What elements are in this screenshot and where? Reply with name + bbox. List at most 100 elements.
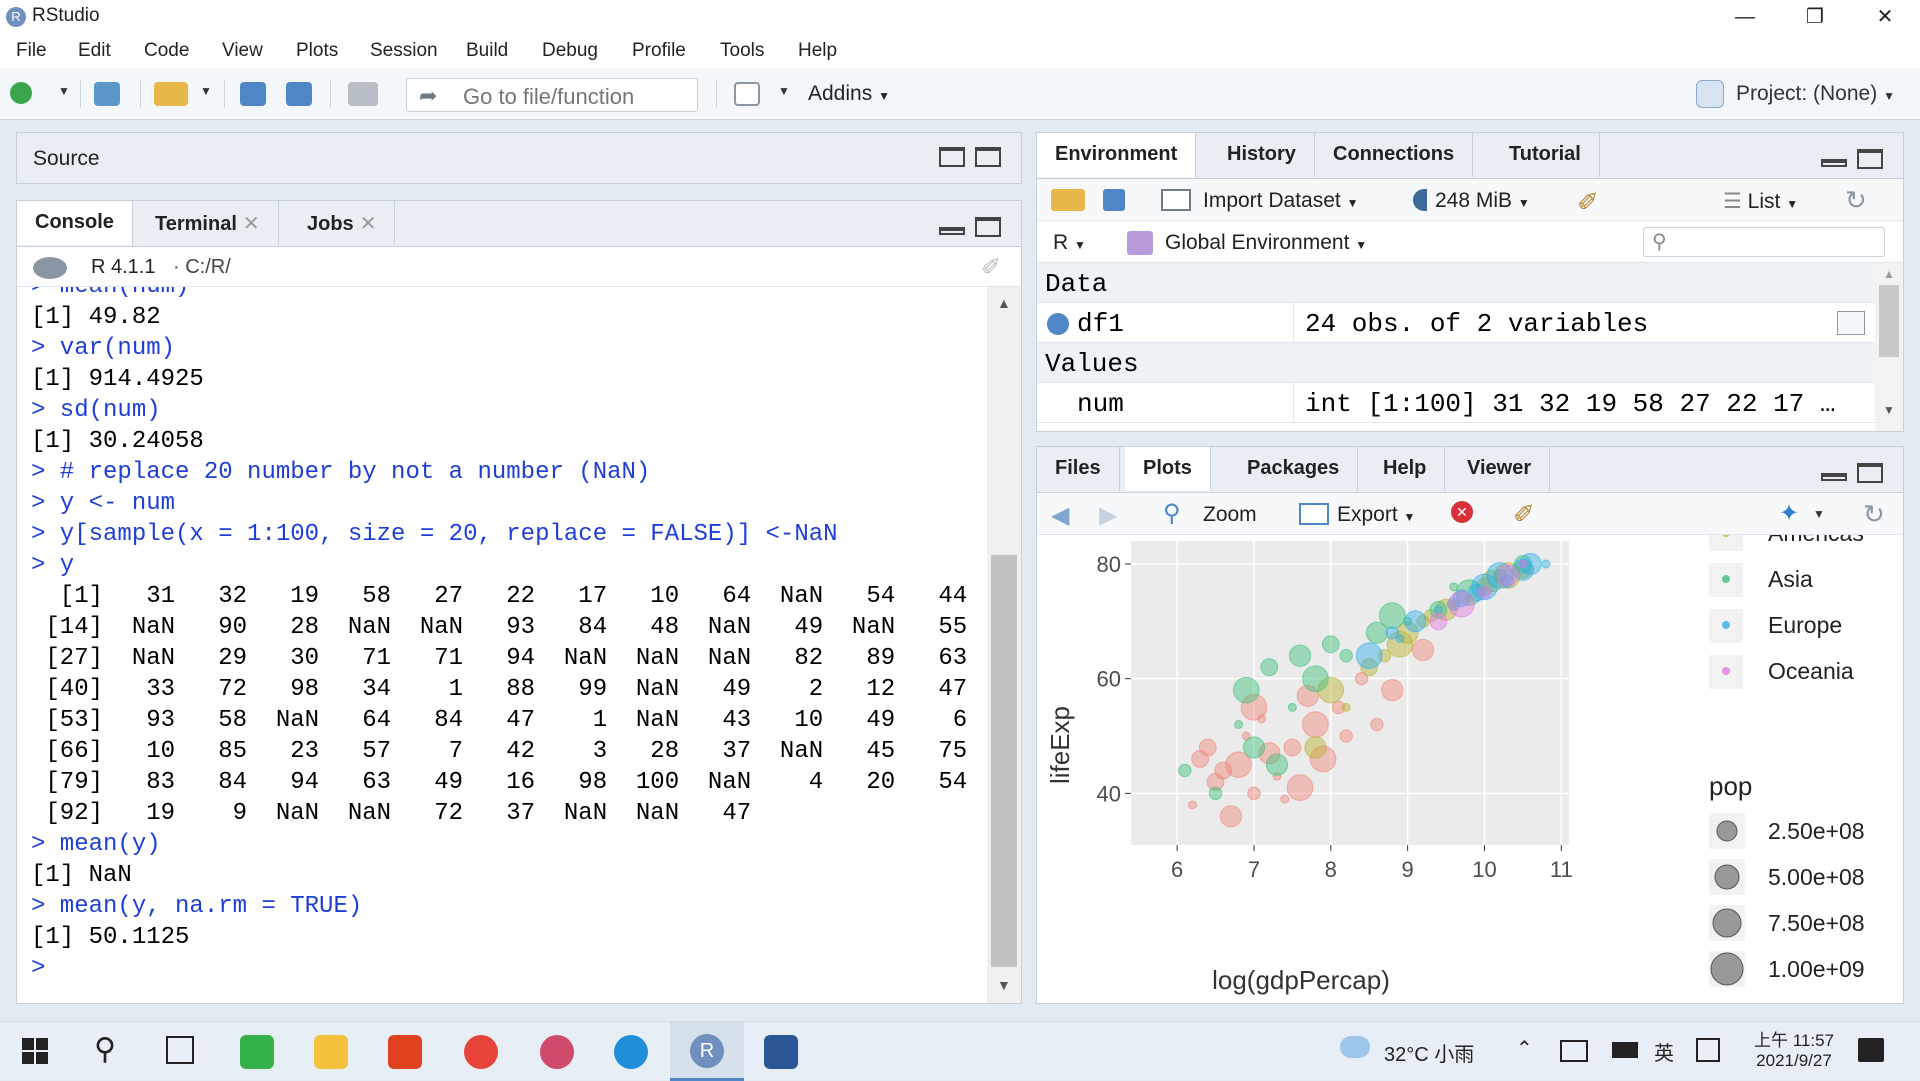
tab-environment[interactable]: Environment [1037,133,1197,177]
maximize-pane-icon[interactable] [975,147,1001,167]
minimize-pane-icon[interactable] [1821,159,1847,167]
save-icon[interactable] [240,82,266,106]
rstudio-taskbar-button[interactable]: R [670,1022,744,1081]
scroll-down-icon[interactable]: ▼ [1883,403,1895,417]
menu-help[interactable]: Help [798,40,837,62]
minimize-pane-icon[interactable] [939,227,965,235]
ime-mode-icon[interactable] [1696,1038,1720,1062]
tab-console[interactable]: Console [17,201,133,245]
menu-plots[interactable]: Plots [296,40,338,62]
menu-build[interactable]: Build [466,40,508,62]
pane-layout-icon[interactable] [734,82,760,106]
close-button[interactable]: ✕ [1850,0,1920,34]
environment-search-input[interactable]: ⚲ [1643,227,1885,257]
expand-icon[interactable] [1047,313,1069,335]
pane-layout-dropdown-icon[interactable]: ▼ [778,84,790,98]
working-directory[interactable]: · C:/R/ [173,256,231,279]
scrollbar-thumb[interactable] [1879,285,1899,357]
tab-jobs[interactable]: Jobs ✕ [289,201,396,245]
chrome-profile-icon[interactable] [540,1035,574,1069]
start-button[interactable] [22,1038,48,1064]
show-hidden-icons-icon[interactable]: ⌃ [1516,1036,1533,1061]
scroll-down-icon[interactable]: ▼ [997,977,1011,993]
goto-file-box[interactable]: ➦ [406,78,698,112]
close-terminal-icon[interactable]: ✕ [243,213,260,235]
console-scrollbar[interactable]: ▲ ▼ [987,287,1021,1003]
notification-icon[interactable] [1858,1038,1884,1062]
tab-tutorial[interactable]: Tutorial [1491,133,1600,177]
office-app-icon[interactable] [388,1035,422,1069]
weather-label[interactable]: 32°C 小雨 [1384,1038,1474,1067]
tab-help[interactable]: Help [1365,447,1446,491]
close-jobs-icon[interactable]: ✕ [360,213,377,235]
menu-tools[interactable]: Tools [720,40,764,62]
scroll-up-icon[interactable]: ▲ [997,295,1011,311]
file-explorer-icon[interactable] [314,1035,348,1069]
battery-icon[interactable] [1612,1042,1638,1058]
save-workspace-icon[interactable] [1103,189,1125,211]
open-file-icon[interactable] [154,82,188,106]
scrollbar-thumb[interactable] [991,555,1017,967]
tab-packages[interactable]: Packages [1229,447,1359,491]
restore-pane-icon[interactable] [975,217,1001,237]
publish-caret-icon[interactable]: ▼ [1813,507,1825,521]
menu-debug[interactable]: Debug [542,40,598,62]
publish-icon[interactable]: ✦ [1779,499,1799,528]
minimize-button[interactable]: — [1710,0,1780,34]
memory-usage-button[interactable]: 248 MiB ▼ [1435,189,1530,213]
restore-button[interactable]: ❐ [1780,0,1850,34]
load-workspace-icon[interactable] [1051,189,1085,211]
remove-plot-icon[interactable]: ✕ [1451,501,1473,523]
list-view-button[interactable]: ☰ List ▼ [1723,189,1798,214]
word-icon[interactable] [764,1035,798,1069]
menu-view[interactable]: View [222,40,263,62]
previous-plot-icon[interactable]: ◀ [1051,501,1069,530]
clear-plots-icon[interactable]: ✐ [1513,499,1535,530]
task-view-icon[interactable] [166,1036,194,1064]
save-all-icon[interactable] [286,82,312,106]
export-button[interactable]: Export ▼ [1337,503,1415,527]
tab-files[interactable]: Files [1037,447,1120,491]
tab-connections[interactable]: Connections [1315,133,1474,177]
maximize-pane-icon[interactable] [1857,463,1883,483]
refresh-environment-icon[interactable]: ↻ [1845,185,1867,216]
refresh-plot-icon[interactable]: ↻ [1863,499,1885,530]
clear-environment-icon[interactable]: ✐ [1577,187,1599,218]
line-app-icon[interactable] [240,1035,274,1069]
environment-scrollbar[interactable]: ▲ ▼ [1875,263,1903,431]
tab-plots[interactable]: Plots [1125,447,1211,491]
menu-file[interactable]: File [16,40,47,62]
view-data-icon[interactable] [1837,311,1865,335]
display-icon[interactable] [1560,1040,1588,1062]
ime-indicator[interactable]: 英 [1654,1037,1674,1066]
scroll-up-icon[interactable]: ▲ [1883,267,1895,281]
table-row[interactable]: df1 24 obs. of 2 variables [1037,303,1901,343]
open-file-dropdown-icon[interactable]: ▼ [200,84,212,98]
next-plot-icon[interactable]: ▶ [1099,501,1117,530]
language-select[interactable]: R ▼ [1053,231,1086,255]
minimize-pane-icon[interactable] [1821,473,1847,481]
chrome-icon[interactable] [464,1035,498,1069]
maximize-pane-icon[interactable] [1857,149,1883,169]
search-icon[interactable]: ⚲ [94,1032,116,1067]
menu-session[interactable]: Session [370,40,438,62]
addins-menu[interactable]: Addins ▼ [808,82,890,106]
menu-edit[interactable]: Edit [78,40,111,62]
menu-code[interactable]: Code [144,40,189,62]
menu-profile[interactable]: Profile [632,40,686,62]
environment-scope-select[interactable]: Global Environment ▼ [1165,231,1367,255]
restore-pane-icon[interactable] [939,147,965,167]
new-file-icon[interactable] [10,82,32,104]
clock[interactable]: 上午 11:57 2021/9/27 [1746,1026,1842,1071]
console-output[interactable]: > mean(num) [1] 49.82 > var(num) [1] 914.49… [17,287,987,1003]
tab-history[interactable]: History [1209,133,1315,177]
zoom-button[interactable]: Zoom [1203,503,1257,527]
new-project-icon[interactable] [94,82,120,106]
tab-viewer[interactable]: Viewer [1449,447,1551,491]
new-file-dropdown-icon[interactable]: ▼ [58,84,70,98]
goto-file-input[interactable] [463,84,683,110]
clear-console-icon[interactable]: ✐ [981,253,1001,282]
tab-terminal[interactable]: Terminal ✕ [137,201,279,245]
import-dataset-button[interactable]: Import Dataset ▼ [1203,189,1358,213]
project-menu[interactable]: Project: (None) ▼ [1736,82,1895,106]
